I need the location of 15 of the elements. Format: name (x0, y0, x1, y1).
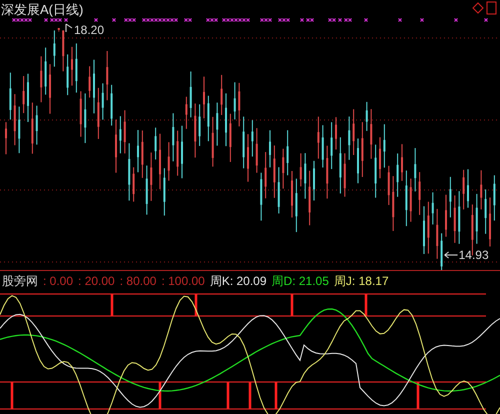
window-icon (486, 2, 496, 14)
indicator-level: : 20.00 (78, 274, 115, 288)
low-price-label: 14.93 (458, 248, 489, 262)
indicator-reading: 周K: 20.09 (210, 272, 267, 290)
indicator-level: : 80.00 (120, 274, 156, 288)
high-price-label: 18.20 (74, 23, 104, 37)
left-arrow-icon (444, 252, 458, 258)
indicator-level: : 0.00 (43, 274, 74, 288)
chart-title: 深发展A(日线) (1, 2, 84, 17)
indicator-reading: 周J: 18.17 (334, 272, 389, 290)
diamond-icon (472, 2, 484, 14)
indicator-name: 股旁网 (2, 272, 38, 290)
indicator-level: : 100.00 (161, 274, 205, 288)
indicator-reading: 周D: 21.05 (272, 272, 329, 290)
arrow-icon (66, 24, 72, 32)
